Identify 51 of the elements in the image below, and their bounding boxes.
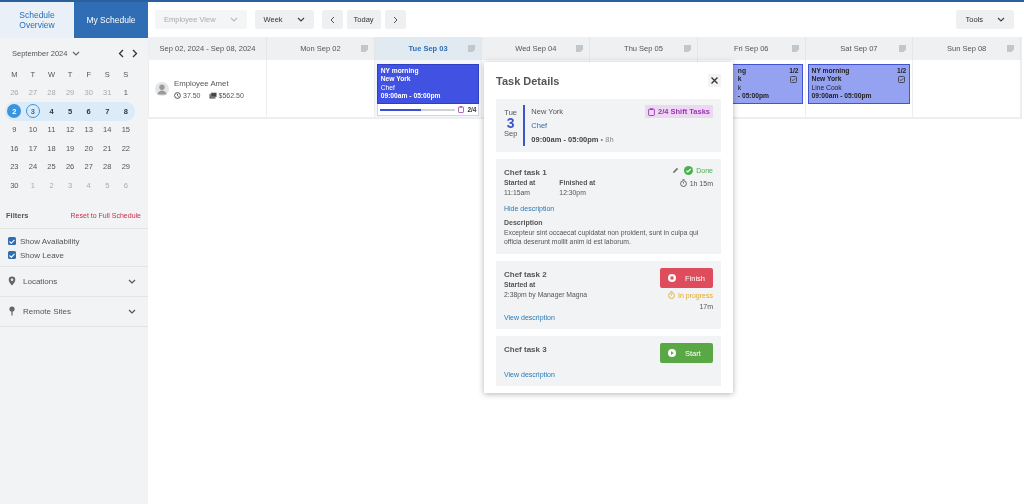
check-icon [9,252,15,258]
note-icon [683,45,691,52]
checkbox[interactable] [8,251,16,259]
pushpin-icon [8,306,16,316]
clipboard-icon [458,106,465,113]
chevron-left-icon [329,15,335,24]
check-icon [9,238,15,244]
money-icon [208,91,217,99]
check-circle-icon [684,166,694,175]
clock-icon [174,91,181,99]
clipboard-icon [648,107,656,116]
stop-circle-icon [668,274,676,282]
note-icon [576,45,584,52]
chevron-right-icon[interactable] [132,48,138,58]
chevron-down-icon [128,308,136,314]
filter-section[interactable]: Remote Sites [0,296,148,327]
task-name: Chef task 1 [504,168,548,177]
caret-icon [296,17,305,22]
checkbox-label[interactable]: Show Leave [20,250,65,260]
play-circle-icon [668,349,676,357]
checkbox-label[interactable]: Show Availability [20,236,80,246]
checkbox-icon [790,76,798,84]
timer-icon [667,291,675,299]
note-icon [1007,45,1014,52]
pencil-icon [672,167,680,174]
task-name: Chef task 2 [504,270,548,279]
close-button[interactable] [708,74,721,87]
note-icon [468,45,476,52]
chevron-down-icon [128,278,136,284]
caret-icon [72,50,81,56]
section-label: Remote Sites [23,306,72,316]
caret-icon [997,17,1005,22]
checkbox[interactable] [8,237,16,245]
task-name: Chef task 3 [504,345,547,354]
location-pin-icon [8,276,16,286]
section-label: Locations [23,276,58,286]
checkbox-icon [898,76,906,84]
close-icon [711,77,718,84]
stopwatch-icon [679,179,687,187]
day-number: 3 [506,117,515,129]
sidebar-tab[interactable]: My Schedule [74,2,148,38]
note-icon [899,45,907,52]
avatar-icon [155,81,169,96]
caret-icon [229,17,238,22]
chevron-left-icon[interactable] [118,48,124,58]
filter-section[interactable]: Locations [0,266,148,297]
chevron-right-icon [392,15,398,24]
note-icon [791,45,799,52]
note-icon [360,45,368,52]
sidebar-tab[interactable]: Schedule Overview [0,2,74,38]
dialog-title: Task Details [496,74,560,87]
